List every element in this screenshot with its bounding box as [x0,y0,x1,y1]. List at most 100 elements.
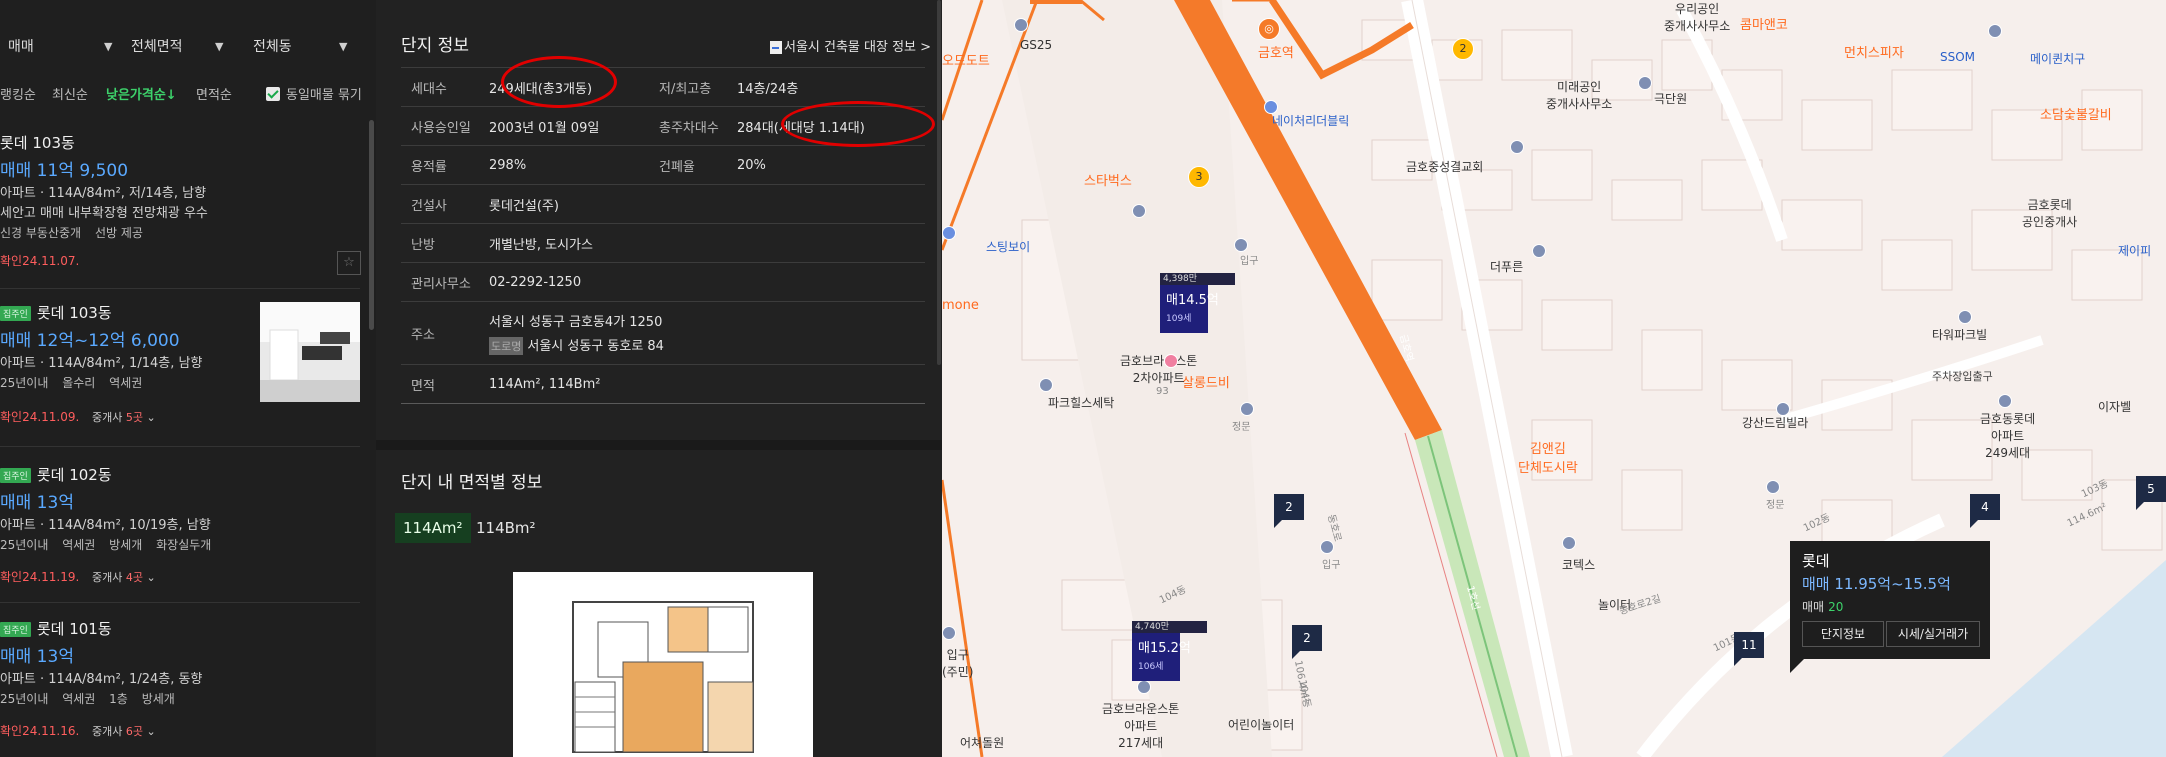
map-label-odo[interactable]: 오드도트 [942,50,990,69]
households-label: 세대수 [401,67,489,107]
map-label-izbel[interactable]: 이자벨 [2098,398,2131,415]
poi-marker-icon[interactable] [1234,238,1248,252]
popup-count: 매매 20 [1802,598,1843,615]
map-label-jeil[interactable]: 제이피 [2118,242,2151,259]
map-label-ssom[interactable]: SSOM [1940,50,1975,64]
map-label-munch[interactable]: 먼치스피자 [1844,42,1904,61]
map-label-church[interactable]: 금호중성결교회 [1406,158,1483,175]
map-label-kim[interactable]: 김앤김 단체도시락 [1518,438,1578,476]
map-label-maple[interactable]: 메이퀸치구 [2030,50,2085,67]
map-label-woori[interactable]: 우리공인 중개사사무소 [1664,0,1730,34]
listing-count-marker[interactable]: 5 [2136,476,2166,510]
app-root: 매매 ▼ 전체면적 ▼ 전체동 ▼ 랭킹순 최신순 낮은가격순↓ 면적순 동일매… [0,0,2166,757]
complex-popup[interactable]: 롯데 매매 11.95억~15.5억 매매 20 단지정보 시세/실거래가 [1790,541,1990,673]
broker-count[interactable]: 중개사 4곳 ⌄ [92,569,156,585]
poi-marker-icon[interactable] [1766,480,1780,494]
area-select[interactable]: 전체면적 ▼ [131,36,223,58]
trade-type-select[interactable]: 매매 ▼ [8,36,112,58]
map-label-tower[interactable]: 타워파크빌 [1932,326,1987,343]
favorite-star-icon[interactable]: ☆ [337,251,361,275]
map-label-entrance3[interactable]: 입구 [1322,556,1340,571]
listing-tag: 신경 부동산중개 [0,226,82,240]
dong-select[interactable]: 전체동 ▼ [253,36,347,58]
sort-latest[interactable]: 최신순 [52,84,88,108]
map-view[interactable]: ◎ 2 3 금호역 GS25 오드도트 스타벅스 스팅보이 mone 네이처리더… [942,0,2166,757]
approval-label: 사용승인일 [401,106,489,146]
poi-marker-icon[interactable] [1998,394,2012,408]
poi-marker-icon[interactable] [942,626,956,640]
poi-marker-icon[interactable] [1039,378,1053,392]
map-label-entrance2[interactable]: 입구 (주민) [942,646,973,680]
popup-name: 롯데 [1802,552,1830,570]
map-label-starbucks[interactable]: 스타벅스 [1084,170,1132,189]
tab-114b[interactable]: 114Bm² [468,513,544,543]
panel-scrollbar[interactable] [937,0,941,365]
price-pin[interactable]: 4,398만 매14.5억 109세 [1160,273,1235,333]
map-label-gukdanwon[interactable]: 극단원 [1654,90,1687,107]
same-listing-checkbox[interactable] [266,87,280,101]
tab-114a[interactable]: 114Am² [395,513,471,543]
broker-count[interactable]: 중개사 5곳 ⌄ [92,409,156,425]
map-label-lotte-broker[interactable]: 금호롯데 공인중개사 [2022,196,2077,230]
list-scrollbar[interactable] [369,120,374,330]
map-label-entrance[interactable]: 입구 [1240,252,1258,267]
poi-marker-icon[interactable] [1320,540,1334,554]
poi-marker-icon[interactable] [1137,680,1151,694]
sort-low-price[interactable]: 낮은가격순↓ [106,84,177,108]
poi-marker-icon[interactable] [1510,140,1524,154]
map-label-combi[interactable]: 콤마앤코 [1740,14,1788,33]
map-label-gs25[interactable]: GS25 [1020,38,1052,52]
listing-photo[interactable] [260,302,360,402]
map-label-stingboy[interactable]: 스팅보이 [986,238,1030,255]
map-label-daycare[interactable]: 어린이놀이터 [1228,716,1294,733]
poi-marker-icon[interactable] [1562,536,1576,550]
listing-count-marker[interactable]: 2 [1292,625,1322,659]
price-pin[interactable]: 4,740만 매15.2억 106세 [1132,621,1207,681]
building-register-link[interactable]: 서울시 건축물 대장 정보 > [770,36,931,55]
map-label-gangsan[interactable]: 강산드림빌라 [1742,414,1808,431]
map-label-parking[interactable]: 주차장입출구 [1932,368,1993,384]
poi-marker-icon[interactable] [1532,244,1546,258]
poi-marker-icon[interactable] [942,226,956,240]
map-label-eocheo[interactable]: 어쳐돌원 [960,734,1004,751]
poi-marker-icon[interactable] [1776,402,1790,416]
map-label-theprun[interactable]: 더푸른 [1490,258,1523,275]
poi-marker-icon[interactable] [1240,402,1254,416]
map-label-mirae[interactable]: 미래공인 중개사사무소 [1546,78,1612,112]
listing-count-marker[interactable]: 4 [1970,494,2000,528]
map-label-sodang[interactable]: 소담숯불갈비 [2040,104,2112,123]
poi-marker-icon[interactable] [1014,18,1028,32]
map-label-gate[interactable]: 정문 [1766,496,1784,511]
poi-marker-icon[interactable] [1638,76,1652,90]
map-label-naeil[interactable]: 네이처리더블릭 [1272,112,1349,129]
broker-label: 중개사 [92,411,123,424]
poi-marker-icon[interactable] [1988,24,2002,38]
broker-count[interactable]: 중개사 6곳 ⌄ [92,723,156,739]
map-label-brownstone2[interactable]: 금호브라운스톤 2차아파트 [1120,352,1197,386]
price-history-button[interactable]: 시세/실거래가 [1886,621,1980,647]
listing-spec: 아파트 · 114A/84m², 10/19층, 남향 [0,518,211,533]
listing-count-marker[interactable]: 11 [1734,632,1764,666]
map-label-kotex[interactable]: 코텍스 [1562,556,1595,573]
map-label-station[interactable]: 금호역 [1258,42,1294,61]
listing-count-marker[interactable]: 2 [1274,494,1304,528]
map-label-laundry[interactable]: 파크힐스세탁 [1048,394,1114,411]
map-label-gate2[interactable]: 정문 [1232,418,1250,433]
poi-marker-icon[interactable] [1132,204,1146,218]
item-divider [0,288,360,289]
map-label-mone[interactable]: mone [942,298,979,313]
road-badge: 도로명 [489,337,524,355]
sort-ranking[interactable]: 랭킹순 [0,84,36,108]
table-row: 용적률 298% 건폐율 20% [401,145,925,185]
building-register-label: 서울시 건축물 대장 정보 > [784,40,932,55]
poi-marker-icon[interactable] [1264,100,1278,114]
floors-label: 저/최고층 [649,67,737,107]
floor-plan-image[interactable] [513,572,813,757]
poi-marker-icon[interactable] [1164,354,1178,368]
sort-area[interactable]: 면적순 [196,84,232,108]
broker-label: 중개사 [92,725,123,738]
map-label-lotte-apt[interactable]: 금호동롯데 아파트 249세대 [1980,410,2035,461]
poi-marker-icon[interactable] [1958,310,1972,324]
complex-info-button[interactable]: 단지정보 [1802,621,1884,647]
map-label-brownstone[interactable]: 금호브라운스톤 아파트 217세대 [1102,700,1179,751]
